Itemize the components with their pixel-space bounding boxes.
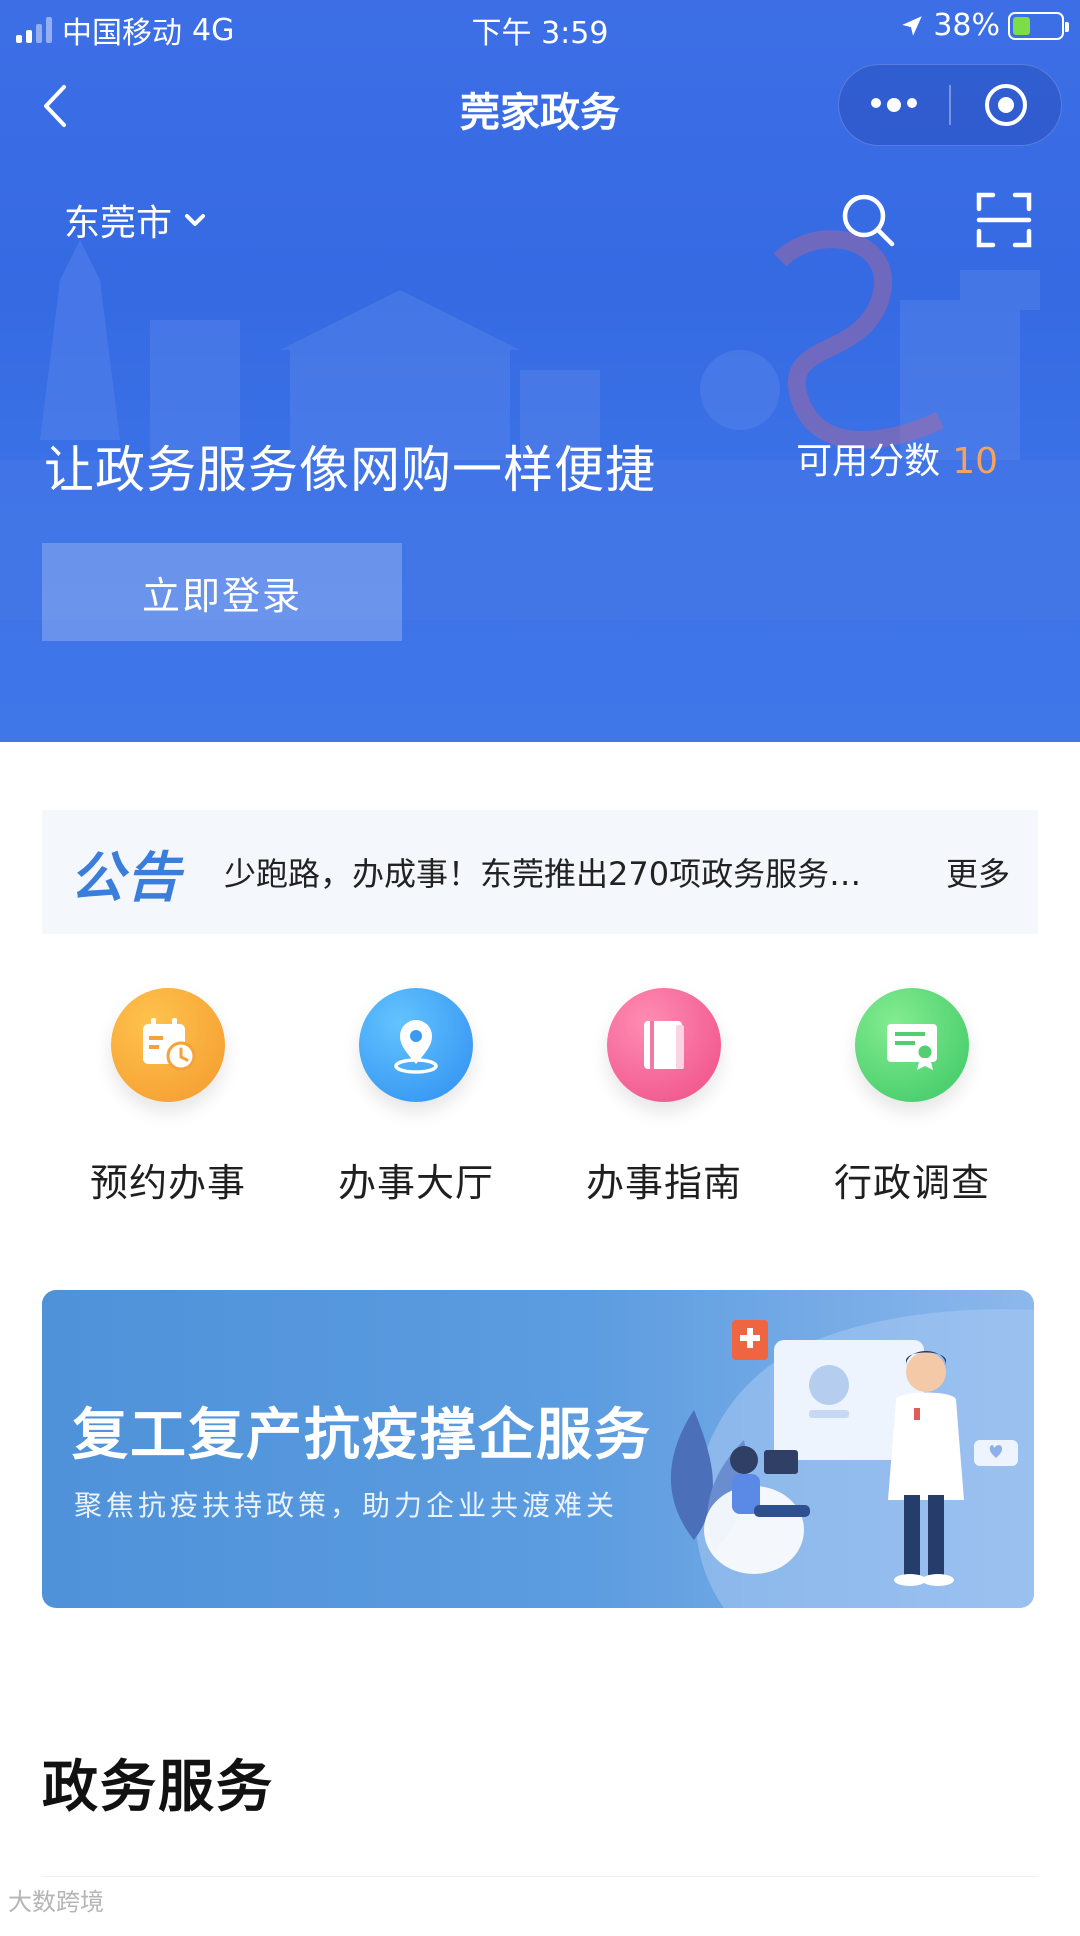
quick-services: 预约办事 办事大厅 办事指南 行政调查 — [0, 988, 1080, 1218]
doctor-illustration — [670, 1309, 1034, 1608]
notice-badge: 公告 — [70, 845, 182, 909]
hero-slogan: 让政务服务像网购一样便捷 — [44, 441, 656, 499]
scan-icon — [976, 192, 1032, 248]
points-label: 可用分数 — [796, 441, 941, 482]
service-label: 预约办事 — [89, 1161, 246, 1205]
target-circle-icon — [985, 84, 1027, 126]
more-dots-icon — [871, 98, 917, 112]
section-card-top — [42, 1876, 1038, 1936]
search-button[interactable] — [836, 188, 900, 252]
service-survey[interactable]: 行政调查 — [812, 988, 1012, 1207]
banner-title: 复工复产抗疫撑企服务 — [72, 1403, 652, 1468]
certificate-glyph — [887, 1024, 937, 1070]
banner-subtitle: 聚焦抗疫扶持政策，助力企业共渡难关 — [74, 1489, 619, 1522]
book-glyph — [644, 1021, 684, 1069]
scan-button[interactable] — [972, 188, 1036, 252]
status-right: 38% — [899, 8, 1069, 43]
calendar-clock-glyph — [143, 1018, 196, 1071]
nav-bar: 莞家政务 — [0, 60, 1080, 150]
promo-banner[interactable]: 复工复产抗疫撑企服务 聚焦抗疫扶持政策，助力企业共渡难关 — [42, 1290, 1034, 1608]
search-icon — [842, 194, 895, 247]
miniprogram-capsule — [838, 64, 1062, 146]
battery-percent: 38% — [933, 8, 1000, 43]
notice-more-link[interactable]: 更多 — [946, 849, 1010, 895]
status-bar: 中国移动 4G 下午 3:59 38% — [0, 0, 1080, 54]
service-guide[interactable]: 办事指南 — [564, 988, 764, 1207]
battery-icon — [1008, 11, 1069, 40]
city-name: 东莞市 — [64, 203, 173, 244]
battery-level — [1013, 16, 1031, 35]
location-arrow-icon — [902, 15, 923, 36]
chevron-down-icon — [185, 214, 206, 226]
service-appointment[interactable]: 预约办事 — [68, 988, 268, 1207]
more-button[interactable] — [839, 64, 949, 146]
close-button[interactable] — [951, 64, 1061, 146]
notice-bar[interactable]: 公告 少跑路，办成事！东莞推出270项政务服务… 更多 — [42, 810, 1038, 934]
watermark: 大数跨境 — [8, 1888, 104, 1916]
certificate-icon — [855, 988, 969, 1102]
location-pin-glyph — [394, 1020, 438, 1074]
book-icon — [607, 988, 721, 1102]
points-value: 10 — [952, 441, 998, 482]
notice-text: 少跑路，办成事！东莞推出270项政务服务… — [224, 855, 862, 893]
toolbar: 东莞市 — [0, 180, 1080, 260]
service-label: 行政调查 — [833, 1161, 990, 1205]
location-pin-icon — [359, 988, 473, 1102]
city-selector[interactable]: 东莞市 — [64, 194, 206, 246]
service-label: 办事指南 — [585, 1161, 742, 1205]
login-button[interactable]: 立即登录 — [42, 543, 402, 641]
service-label: 办事大厅 — [337, 1161, 494, 1205]
service-hall[interactable]: 办事大厅 — [316, 988, 516, 1207]
hero-header: 中国移动 4G 下午 3:59 38% 莞家政务 东莞市 让政务服务像网购一样便… — [0, 0, 1080, 742]
section-title: 政务服务 — [42, 1755, 274, 1820]
available-points[interactable]: 可用分数 10 — [796, 432, 998, 484]
calendar-clock-icon — [111, 988, 225, 1102]
